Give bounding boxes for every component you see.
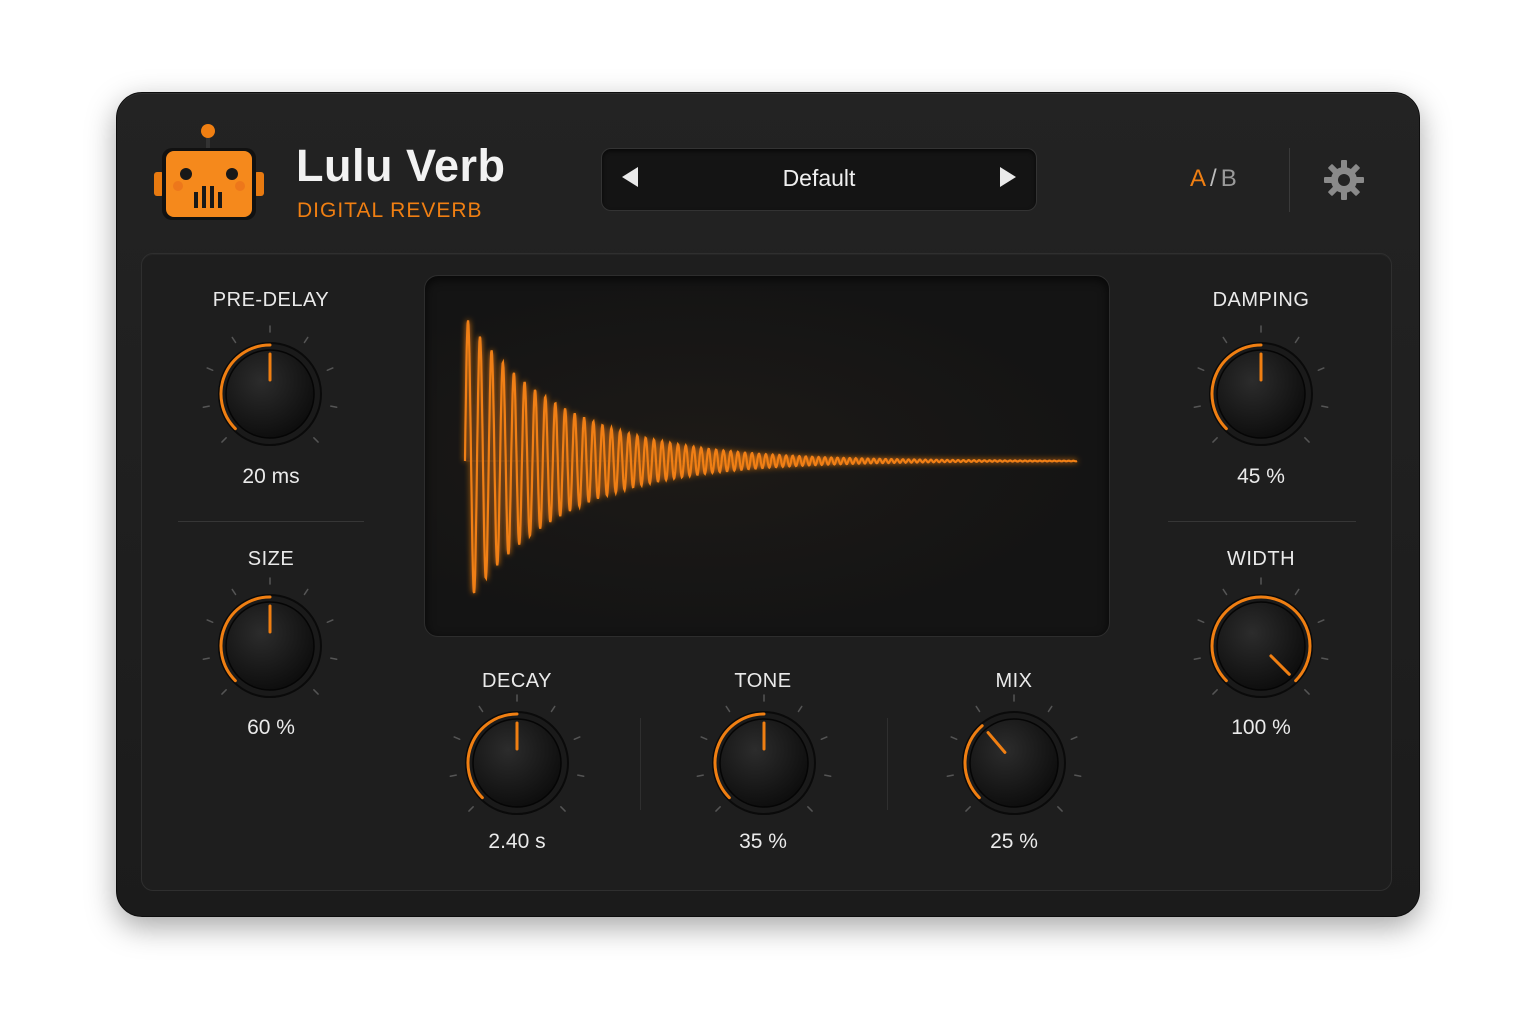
predelay-label: PRE-DELAY [212, 289, 330, 311]
damping-knob[interactable] [1186, 319, 1336, 469]
waveform-trace [463, 320, 1078, 594]
preset-selector[interactable]: Default [601, 148, 1037, 211]
tone-knob[interactable] [689, 688, 839, 838]
bottom-divider-1 [640, 718, 641, 810]
damping-label: DAMPING [1212, 289, 1310, 311]
ab-compare: A / B [1190, 164, 1237, 194]
mix-value: 25 % [990, 830, 1038, 853]
ab-separator: / [1210, 165, 1217, 192]
gear-icon[interactable] [1322, 158, 1366, 202]
header-divider [1289, 148, 1290, 212]
app-subtitle: DIGITAL REVERB [297, 199, 483, 222]
left-divider [178, 521, 364, 522]
width-value: 100 % [1231, 716, 1291, 739]
robot-logo-icon [154, 124, 264, 220]
width-knob[interactable] [1186, 571, 1336, 721]
width-label: WIDTH [1226, 548, 1296, 570]
app-title: Lulu Verb [296, 140, 506, 191]
mix-knob[interactable] [939, 688, 1089, 838]
size-knob[interactable] [195, 571, 345, 721]
ab-a-button[interactable]: A [1190, 165, 1206, 192]
damping-value: 45 % [1237, 465, 1285, 488]
preset-name[interactable]: Default [662, 165, 976, 192]
predelay-knob[interactable] [195, 319, 345, 469]
decay-knob[interactable] [442, 688, 592, 838]
preset-next-icon[interactable] [1000, 167, 1016, 187]
tone-value: 35 % [739, 830, 787, 853]
bottom-divider-2 [887, 718, 888, 810]
ab-b-button[interactable]: B [1221, 165, 1237, 192]
size-value: 60 % [247, 716, 295, 739]
size-label: SIZE [247, 548, 295, 570]
waveform-display [424, 275, 1110, 637]
predelay-value: 20 ms [242, 465, 300, 488]
preset-prev-icon[interactable] [622, 167, 638, 187]
decay-value: 2.40 s [488, 830, 546, 853]
reverb-decay-waveform [463, 320, 1078, 594]
right-divider [1168, 521, 1356, 522]
